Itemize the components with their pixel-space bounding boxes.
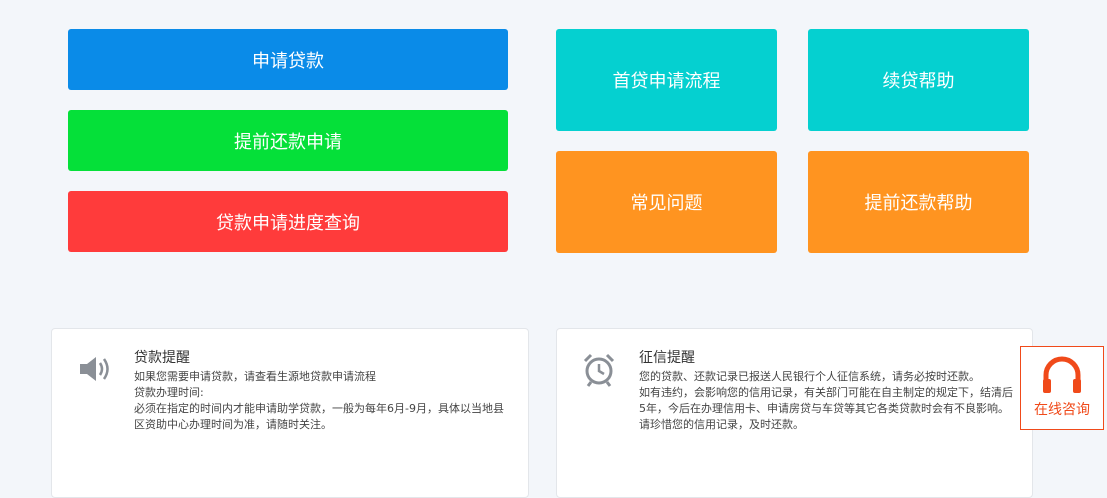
loan-reminder-body: 如果您需要申请贷款，请查看生源地贷款申请流程 贷款办理时间: 必须在指定的时间内… bbox=[134, 370, 504, 431]
prepay-apply-button[interactable]: 提前还款申请 bbox=[68, 110, 508, 171]
prepay-help-button[interactable]: 提前还款帮助 bbox=[808, 151, 1029, 253]
credit-reminder-body: 您的贷款、还款记录已报送人民银行个人征信系统，请务必按时还款。 如有违约，会影响… bbox=[639, 370, 1013, 431]
credit-reminder-title: 征信提醒 bbox=[639, 350, 695, 366]
faq-button[interactable]: 常见问题 bbox=[556, 151, 777, 253]
loan-reminder-title: 贷款提醒 bbox=[134, 350, 190, 366]
alarm-clock-icon bbox=[579, 349, 619, 389]
online-consult-button[interactable]: 在线咨询 bbox=[1020, 346, 1104, 430]
progress-query-button[interactable]: 贷款申请进度查询 bbox=[68, 191, 508, 252]
apply-loan-button[interactable]: 申请贷款 bbox=[68, 29, 508, 90]
loan-reminder-card: 贷款提醒 如果您需要申请贷款，请查看生源地贷款申请流程 贷款办理时间: 必须在指… bbox=[51, 328, 529, 498]
first-loan-process-button[interactable]: 首贷申请流程 bbox=[556, 29, 777, 131]
speaker-icon bbox=[74, 349, 114, 389]
online-consult-label: 在线咨询 bbox=[1034, 402, 1090, 418]
headphones-icon bbox=[1043, 356, 1081, 393]
renew-help-button[interactable]: 续贷帮助 bbox=[808, 29, 1029, 131]
credit-reminder-card: 征信提醒 您的贷款、还款记录已报送人民银行个人征信系统，请务必按时还款。 如有违… bbox=[556, 328, 1033, 498]
